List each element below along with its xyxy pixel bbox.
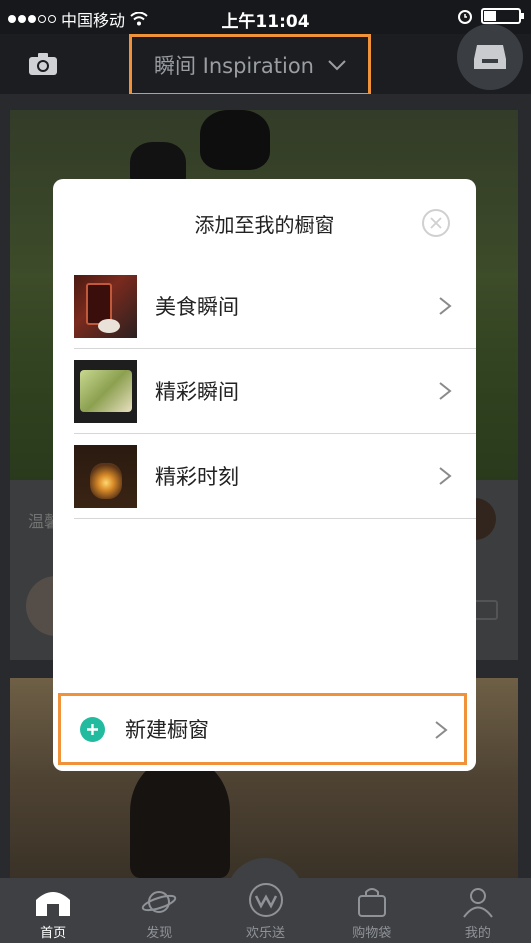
close-button[interactable]: [422, 209, 450, 237]
tab-label: 购物袋: [352, 926, 392, 941]
showcase-item-label: 美食瞬间: [155, 295, 239, 319]
w-logo-icon: [248, 883, 283, 917]
alarm-icon: [458, 10, 472, 24]
battery-icon: [481, 8, 524, 24]
inbox-icon: [474, 45, 506, 69]
bag-icon: [357, 888, 386, 917]
showcase-list: 美食瞬间 精彩瞬间 精彩时刻: [74, 264, 476, 519]
tab-home[interactable]: 首页: [0, 878, 106, 943]
plus-icon: [80, 716, 105, 742]
showcase-item[interactable]: 美食瞬间: [74, 264, 476, 349]
channel-selector[interactable]: 瞬间 Inspiration: [129, 34, 371, 96]
chevron-right-icon: [439, 467, 452, 485]
nav-bar: 瞬间 Inspiration: [0, 24, 531, 96]
planet-icon: [142, 891, 177, 913]
drinks-photo: [74, 274, 137, 338]
close-icon: [430, 217, 442, 229]
tab-me[interactable]: 我的: [425, 878, 531, 943]
tab-label: 欢乐送: [246, 926, 286, 941]
chevron-right-icon: [439, 382, 452, 400]
dialog-title: 添加至我的橱窗: [194, 213, 335, 237]
tab-label: 发现: [146, 926, 173, 941]
chevron-down-icon: [328, 60, 346, 71]
candle-photo: [74, 444, 137, 508]
tab-bag[interactable]: 购物袋: [319, 878, 425, 943]
showcase-item[interactable]: 精彩瞬间: [74, 349, 476, 434]
camera-icon[interactable]: [28, 52, 58, 76]
chevron-right-icon: [439, 297, 452, 315]
showcase-item[interactable]: 精彩时刻: [74, 434, 476, 519]
food-platter-photo: [74, 359, 137, 423]
status-time: 上午11:04: [221, 12, 310, 32]
new-showcase-label: 新建橱窗: [125, 718, 209, 742]
add-to-showcase-dialog: 添加至我的橱窗 美食瞬间 精彩瞬间 精彩时刻 新建橱窗: [53, 179, 476, 771]
tab-label: 我的: [464, 926, 491, 941]
showcase-item-label: 精彩瞬间: [155, 380, 239, 404]
person-icon: [463, 888, 493, 918]
status-bar: 中国移动 上午11:04: [0, 0, 531, 34]
home-icon: [36, 892, 71, 916]
tab-label: 首页: [40, 926, 67, 941]
channel-title: 瞬间 Inspiration: [153, 54, 314, 78]
showcase-item-label: 精彩时刻: [155, 465, 239, 489]
new-showcase-button[interactable]: 新建橱窗: [58, 693, 467, 765]
inbox-button[interactable]: [457, 24, 523, 90]
tab-bar: 首页 发现 欢乐送 购物袋 我的: [0, 878, 531, 943]
tab-discover[interactable]: 发现: [106, 878, 212, 943]
chevron-right-icon: [435, 721, 448, 739]
tab-huanlesong[interactable]: 欢乐送: [212, 878, 318, 943]
